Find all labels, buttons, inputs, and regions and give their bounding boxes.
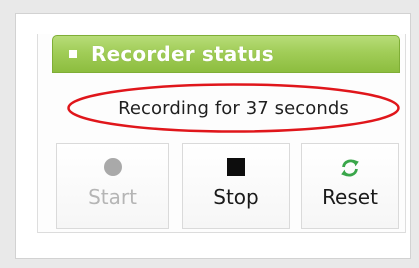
stop-button[interactable]: Stop bbox=[182, 143, 290, 229]
stop-button-label: Stop bbox=[213, 185, 259, 209]
stop-square-icon bbox=[227, 158, 245, 176]
start-button[interactable]: Start bbox=[56, 143, 169, 229]
widget-title: Recorder status bbox=[91, 42, 274, 66]
content-panel: Recorder status Recording for 37 seconds… bbox=[15, 13, 411, 259]
reset-button-label: Reset bbox=[322, 185, 378, 209]
window-background: Recorder status Recording for 37 seconds… bbox=[0, 0, 419, 268]
divider bbox=[38, 232, 405, 233]
reset-button[interactable]: Reset bbox=[301, 143, 399, 229]
start-button-label: Start bbox=[88, 185, 137, 209]
recording-status: Recording for 37 seconds bbox=[66, 82, 401, 134]
recording-status-text: Recording for 37 seconds bbox=[118, 97, 349, 119]
widget-header: Recorder status bbox=[52, 35, 400, 73]
record-circle-icon bbox=[103, 158, 122, 176]
recorder-status-widget: Recorder status Recording for 37 seconds… bbox=[37, 34, 406, 233]
header-bullet-icon bbox=[69, 50, 77, 58]
refresh-icon bbox=[341, 159, 359, 177]
